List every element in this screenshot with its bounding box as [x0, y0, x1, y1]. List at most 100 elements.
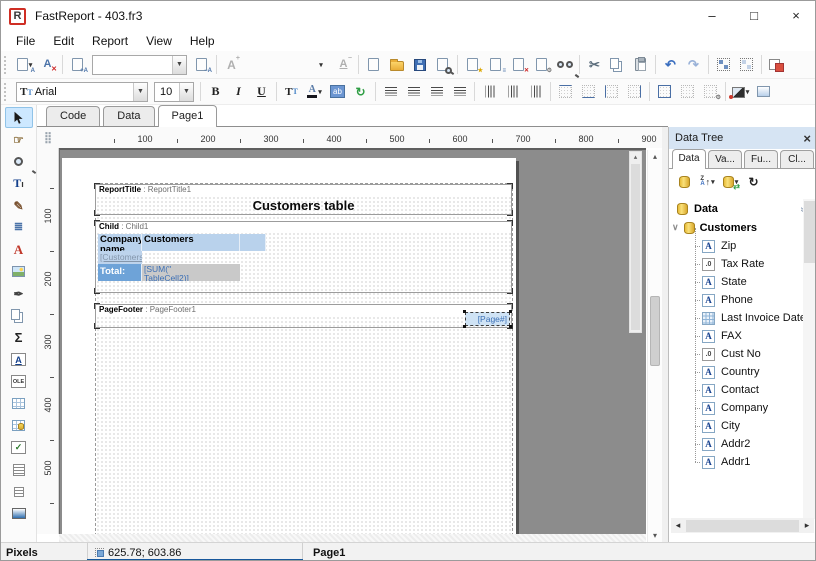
tree-field-fax[interactable]: A FAX	[669, 318, 815, 345]
text-object-icon[interactable]: A	[5, 239, 33, 260]
style-combo[interactable]: ▼	[92, 54, 187, 75]
dropdown-caret-icon[interactable]: ▼	[172, 55, 186, 74]
open-report-icon[interactable]	[386, 54, 407, 75]
fill-color-icon[interactable]: ▾	[728, 81, 751, 102]
valign-bottom-icon[interactable]	[525, 81, 546, 102]
grid-settings-icon[interactable]: ⣿	[37, 127, 59, 148]
draw-object-icon[interactable]: ✒	[5, 283, 33, 304]
system-text-object-icon[interactable]: Σ	[5, 327, 33, 348]
new-dialog-icon[interactable]: ≡	[485, 54, 506, 75]
close-panel-icon[interactable]: ×	[803, 132, 811, 145]
toolbar-drag-handle[interactable]	[4, 82, 9, 101]
scrollbar-thumb[interactable]	[631, 164, 640, 330]
table-cell[interactable]: Company name	[98, 234, 142, 251]
data-tree-tab-data[interactable]: Data	[672, 149, 706, 169]
align-left-icon[interactable]	[380, 81, 401, 102]
dropdown-caret-icon[interactable]: ▼	[133, 82, 147, 101]
menu-item-report[interactable]: Report	[83, 32, 137, 50]
tab-page1[interactable]: Page1	[157, 105, 218, 127]
zoom-tool-icon[interactable]	[5, 151, 33, 172]
font-settings-icon[interactable]: TT	[281, 81, 302, 102]
tree-field-company[interactable]: A Company	[669, 390, 815, 417]
workspace-vertical-scrollbar[interactable]: ▴ ▾	[647, 150, 662, 542]
draw-text-object-icon[interactable]: A	[5, 349, 33, 370]
frame-left-icon[interactable]	[601, 81, 622, 102]
page-number-memo[interactable]: [Page#]	[463, 310, 512, 328]
gradient-object-icon[interactable]	[5, 503, 33, 524]
frame-top-icon[interactable]	[555, 81, 576, 102]
sort-fields-icon[interactable]: Z A ↑ ▾	[697, 172, 718, 193]
cross-tab-object-icon[interactable]	[5, 393, 33, 414]
table-cell-total[interactable]: Total:	[98, 264, 142, 281]
scroll-up-icon[interactable]: ▴	[648, 152, 662, 161]
add-style-icon[interactable]: +A	[67, 54, 88, 75]
data-tree-tab-va[interactable]: Va...	[708, 150, 742, 168]
redo-icon[interactable]: ↷	[683, 54, 704, 75]
tree-field-country[interactable]: A Country	[669, 354, 815, 381]
checkbox-object-icon[interactable]: ✓	[5, 437, 33, 458]
select-tool-icon[interactable]	[4, 107, 33, 128]
tree-field-last-invoice-date[interactable]: Last Invoice Date	[669, 300, 815, 327]
tree-field-zip[interactable]: A Zip	[669, 228, 815, 255]
band-tool-icon[interactable]: ≣	[5, 217, 33, 238]
underline-icon[interactable]: U	[251, 81, 272, 102]
menu-item-help[interactable]: Help	[181, 32, 224, 50]
page-settings-icon[interactable]: ⚙	[531, 54, 552, 75]
tree-field-cust-no[interactable]: .0 Cust No	[669, 336, 815, 363]
find-icon[interactable]	[554, 54, 575, 75]
tab-data[interactable]: Data	[103, 106, 155, 126]
design-workspace[interactable]: ReportTitle : ReportTitle1 Customers tab…	[59, 148, 646, 534]
undo-icon[interactable]: ↶	[660, 54, 681, 75]
db-cross-tab-object-icon[interactable]	[5, 415, 33, 436]
tree-field-addr1[interactable]: A Addr1	[669, 444, 815, 471]
valign-top-icon[interactable]	[479, 81, 500, 102]
datasets-icon[interactable]	[674, 172, 695, 193]
frame-bottom-icon[interactable]	[578, 81, 599, 102]
tree-field-addr2[interactable]: A Addr2	[669, 426, 815, 453]
font-name-combo[interactable]: TT Arial ▼	[16, 81, 148, 102]
new-report-icon[interactable]	[363, 54, 384, 75]
toolbar-drag-handle[interactable]	[4, 55, 9, 74]
insert-field-mode-icon[interactable]: ⇄ ▾	[720, 172, 741, 193]
font-color-icon[interactable]: A ▾	[304, 81, 325, 102]
copy-icon[interactable]	[607, 54, 628, 75]
font-size-combo[interactable]: 10 ▼	[154, 81, 194, 102]
tree-field-contact[interactable]: A Contact	[669, 372, 815, 399]
close-button[interactable]: ×	[775, 1, 815, 29]
save-report-icon[interactable]	[409, 54, 430, 75]
workspace-horizontal-scrollbar[interactable]	[59, 534, 646, 542]
minimize-button[interactable]: –	[691, 1, 733, 29]
bold-icon[interactable]: B	[205, 81, 226, 102]
frame-all-icon[interactable]	[654, 81, 675, 102]
tree-dataset-customers[interactable]: ∨ Customers	[669, 218, 815, 237]
table-cell-field[interactable]: [Customers. Co	[98, 251, 142, 264]
tree-horizontal-scrollbar[interactable]: ◂ ▸	[671, 518, 814, 533]
tree-field-state[interactable]: A State	[669, 264, 815, 291]
new-page-icon[interactable]: ★	[462, 54, 483, 75]
dropdown-caret-icon[interactable]: ▼	[179, 82, 193, 101]
text-edit-tool-icon[interactable]: Tı	[5, 173, 33, 194]
report-page[interactable]: ReportTitle : ReportTitle1 Customers tab…	[62, 158, 516, 534]
tree-field-city[interactable]: A City	[669, 408, 815, 435]
combo-list-object-icon[interactable]	[5, 459, 33, 480]
tab-code[interactable]: Code	[46, 106, 101, 126]
frame-right-icon[interactable]	[624, 81, 645, 102]
frame-settings-icon[interactable]: ⚙	[700, 81, 721, 102]
remove-style-icon[interactable]: −A	[191, 54, 212, 75]
menu-item-file[interactable]: File	[7, 32, 44, 50]
child-band[interactable]: Child : Child1 Company name Customers [C…	[94, 220, 513, 294]
table-cell-sum[interactable]: [SUM(" TableCell2)]	[142, 264, 240, 281]
ungroup-icon[interactable]	[736, 54, 757, 75]
maximize-button[interactable]: □	[733, 1, 775, 29]
italic-icon[interactable]: I	[228, 81, 249, 102]
report-title-memo[interactable]: Customers table	[96, 196, 511, 214]
picture-object-icon[interactable]	[5, 261, 33, 282]
align-right-icon[interactable]	[426, 81, 447, 102]
align-center-icon[interactable]	[403, 81, 424, 102]
scrollbar-thumb[interactable]	[650, 296, 660, 366]
data-tree-tab-cl[interactable]: Cl...	[780, 150, 814, 168]
page-footer-band[interactable]: PageFooter : PageFooter1 [Page#]	[94, 303, 513, 329]
style-selector-icon[interactable]: A ▾	[14, 54, 35, 75]
refresh-icon[interactable]: ↻	[743, 172, 764, 193]
scroll-up-icon[interactable]: ▴	[630, 152, 641, 163]
